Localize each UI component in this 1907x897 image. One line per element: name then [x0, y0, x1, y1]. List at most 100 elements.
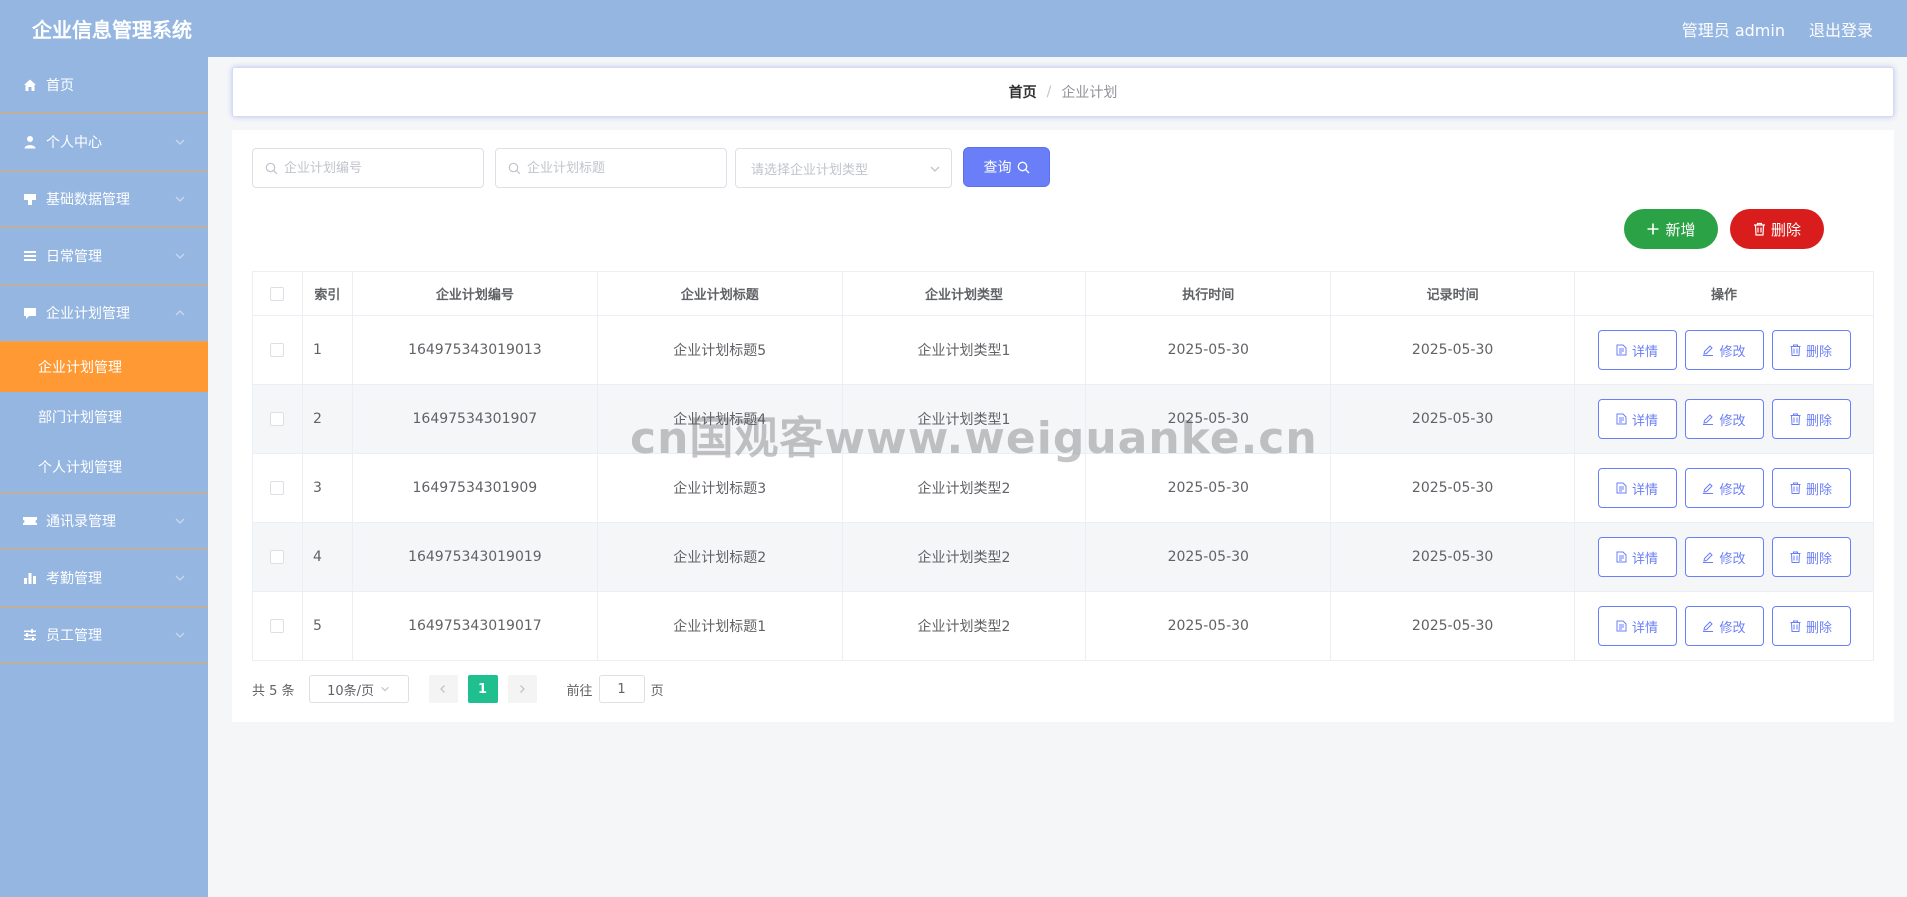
list-icon	[22, 248, 38, 264]
delete-label: 删除	[1805, 620, 1832, 636]
add-button[interactable]: 新增	[1624, 209, 1718, 249]
delete-button[interactable]: 删除	[1771, 399, 1851, 439]
table-row: 1 164975343019013 企业计划标题5 企业计划类型1 2025-0…	[252, 315, 1874, 385]
plan-type-placeholder: 请选择企业计划类型	[751, 162, 869, 178]
delete-label: 删除	[1805, 551, 1832, 567]
total-count: 共 5 条	[252, 683, 295, 699]
sidebar-item-employees[interactable]: 员工管理	[0, 607, 208, 664]
submenu-item-enterprise-plan[interactable]: 企业计划管理	[0, 342, 208, 392]
chart-icon	[22, 570, 38, 586]
prev-page-button[interactable]	[428, 675, 458, 703]
row-checkbox[interactable]	[270, 619, 285, 633]
next-page-button[interactable]	[507, 675, 537, 703]
row-checkbox[interactable]	[270, 343, 285, 357]
trash-icon	[1790, 620, 1801, 632]
plan-title-input[interactable]	[527, 160, 707, 176]
chevron-right-icon	[520, 685, 525, 693]
select-all-checkbox[interactable]	[270, 286, 285, 301]
plan-title-search[interactable]	[495, 148, 727, 188]
delete-button[interactable]: 删除	[1771, 330, 1851, 370]
detail-button[interactable]: 详情	[1597, 468, 1677, 508]
sidebar: 首页 个人中心 基础数据管理 日常管理 企业计划管理 企业计划管理 部门计划管理…	[0, 57, 208, 897]
chevron-down-icon	[930, 166, 940, 172]
record-time-cell: 2025-05-30	[1330, 522, 1575, 592]
row-checkbox[interactable]	[270, 481, 285, 495]
row-checkbox[interactable]	[270, 412, 285, 426]
search-icon	[265, 162, 278, 174]
breadcrumb-home[interactable]: 首页	[1009, 82, 1037, 102]
plan-code-search[interactable]	[252, 148, 484, 188]
code-cell: 164975343019019	[351, 522, 598, 592]
code-cell: 16497534301909	[351, 453, 598, 523]
goto-page: 前往 页	[567, 675, 664, 703]
submenu-item-department-plan[interactable]: 部门计划管理	[0, 392, 208, 442]
chevron-down-icon	[175, 518, 185, 524]
ticket-icon	[22, 513, 38, 529]
plan-type-select[interactable]: 请选择企业计划类型	[735, 148, 952, 188]
delete-button[interactable]: 删除	[1771, 537, 1851, 577]
column-header: 企业计划类型	[841, 271, 1087, 316]
detail-button[interactable]: 详情	[1597, 606, 1677, 646]
detail-button[interactable]: 详情	[1597, 330, 1677, 370]
edit-button[interactable]: 修改	[1684, 606, 1764, 646]
breadcrumb-separator: /	[1046, 84, 1052, 100]
sidebar-item-daily[interactable]: 日常管理	[0, 228, 208, 285]
sidebar-item-label: 首页	[46, 78, 74, 94]
table-row: 5 164975343019017 企业计划标题1 企业计划类型2 2025-0…	[252, 591, 1874, 661]
page-size-select[interactable]: 10条/页	[308, 675, 409, 703]
type-cell: 企业计划类型1	[841, 315, 1087, 385]
row-select-cell	[252, 453, 303, 523]
document-icon	[1616, 482, 1627, 494]
document-icon	[1616, 413, 1627, 425]
ops-cell: 详情 修改 删除	[1574, 453, 1874, 523]
row-checkbox[interactable]	[270, 550, 285, 564]
sidebar-item-label: 基础数据管理	[46, 192, 130, 208]
sidebar-item-base-data[interactable]: 基础数据管理	[0, 171, 208, 228]
search-icon	[508, 162, 521, 174]
record-time-cell: 2025-05-30	[1330, 315, 1575, 385]
trash-icon	[1790, 413, 1801, 425]
detail-button[interactable]: 详情	[1597, 537, 1677, 577]
title-cell: 企业计划标题5	[596, 315, 843, 385]
delete-label: 删除	[1805, 482, 1832, 498]
page-number-active[interactable]: 1	[467, 675, 498, 703]
submenu-item-personal-plan[interactable]: 个人计划管理	[0, 442, 208, 492]
delete-button[interactable]: 删除	[1771, 606, 1851, 646]
index-cell: 1	[301, 315, 353, 385]
sidebar-item-attendance[interactable]: 考勤管理	[0, 550, 208, 607]
chevron-down-icon	[381, 686, 389, 692]
sidebar-item-profile[interactable]: 个人中心	[0, 114, 208, 171]
plus-icon	[1647, 223, 1659, 235]
batch-delete-button[interactable]: 删除	[1730, 209, 1824, 249]
detail-label: 详情	[1631, 482, 1658, 498]
table-header-row: 索引 企业计划编号 企业计划标题 企业计划类型 执行时间 记录时间 操作	[252, 271, 1874, 316]
ops-cell: 详情 修改 删除	[1574, 591, 1874, 661]
goto-page-input[interactable]	[598, 675, 645, 703]
delete-label: 删除	[1770, 220, 1801, 239]
detail-button[interactable]: 详情	[1597, 399, 1677, 439]
sidebar-item-label: 企业计划管理	[46, 306, 130, 322]
ops-cell: 详情 修改 删除	[1574, 315, 1874, 385]
edit-label: 修改	[1719, 551, 1746, 567]
edit-icon	[1703, 345, 1714, 356]
logout-link[interactable]: 退出登录	[1809, 17, 1873, 41]
edit-icon	[1703, 621, 1714, 632]
delete-label: 删除	[1805, 413, 1832, 429]
trash-icon	[1790, 482, 1801, 494]
type-cell: 企业计划类型2	[841, 522, 1087, 592]
document-icon	[1616, 551, 1627, 563]
plan-code-input[interactable]	[284, 160, 464, 176]
edit-button[interactable]: 修改	[1684, 537, 1764, 577]
edit-icon	[1703, 414, 1714, 425]
edit-button[interactable]: 修改	[1684, 399, 1764, 439]
search-icon	[1017, 161, 1029, 173]
sidebar-item-contacts[interactable]: 通讯录管理	[0, 493, 208, 550]
sidebar-item-home[interactable]: 首页	[0, 57, 208, 114]
edit-button[interactable]: 修改	[1684, 468, 1764, 508]
edit-button[interactable]: 修改	[1684, 330, 1764, 370]
ops-cell: 详情 修改 删除	[1574, 522, 1874, 592]
sidebar-item-enterprise-plan[interactable]: 企业计划管理	[0, 285, 208, 342]
chevron-up-icon	[175, 310, 185, 316]
delete-button[interactable]: 删除	[1771, 468, 1851, 508]
query-button[interactable]: 查询	[963, 147, 1050, 187]
